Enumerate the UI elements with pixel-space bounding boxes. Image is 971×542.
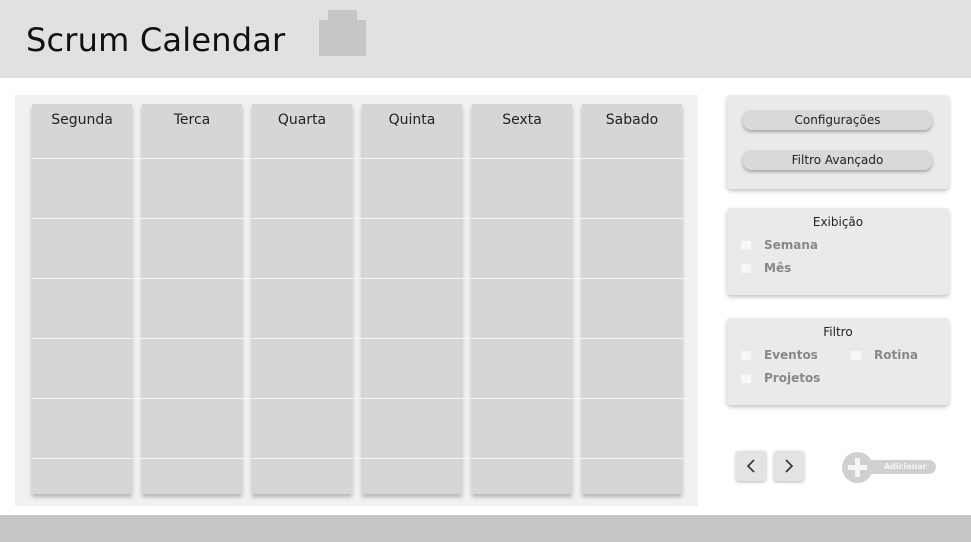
chevron-right-icon <box>785 459 794 473</box>
day-header: Segunda <box>51 112 113 128</box>
day-header: Quarta <box>277 112 327 128</box>
filter-title: Filtro <box>823 325 853 339</box>
row-divider <box>32 158 698 159</box>
checkbox[interactable] <box>741 374 751 383</box>
actions-panel: Configurações Filtro Avançado <box>727 95 949 189</box>
option-label: Semana <box>764 238 819 252</box>
day-header: Quinta <box>388 112 436 128</box>
next-button[interactable] <box>774 451 804 481</box>
app-header: Scrum Calendar <box>0 0 971 78</box>
row-divider <box>32 338 698 339</box>
day-column-segunda[interactable]: Segunda <box>32 104 132 494</box>
app-footer <box>0 515 971 542</box>
day-column-sabado[interactable]: Sabado <box>582 104 682 494</box>
day-column-sexta[interactable]: Sexta <box>472 104 572 494</box>
settings-button[interactable]: Configurações <box>743 110 932 130</box>
add-button[interactable]: Adicionar <box>842 452 937 483</box>
day-column-quarta[interactable]: Quarta <box>252 104 352 494</box>
logo-placeholder-icon <box>319 10 366 56</box>
day-column-quinta[interactable]: Quinta <box>362 104 462 494</box>
checkbox[interactable] <box>741 264 751 273</box>
day-column-terca[interactable]: Terca <box>142 104 242 494</box>
row-divider <box>32 398 698 399</box>
day-header: Terca <box>173 112 211 128</box>
display-title: Exibição <box>812 215 864 229</box>
row-divider <box>32 218 698 219</box>
previous-button[interactable] <box>736 451 766 481</box>
checkbox[interactable] <box>741 351 751 360</box>
option-label: Eventos <box>764 348 818 362</box>
option-label: Rotina <box>874 348 918 362</box>
plus-icon <box>842 452 873 483</box>
filter-panel: Filtro Eventos Rotina Projetos <box>727 318 949 405</box>
option-label: Mês <box>764 261 792 275</box>
day-header: Sexta <box>502 112 542 128</box>
advanced-filter-button[interactable]: Filtro Avançado <box>743 150 932 170</box>
calendar-grid: Segunda Terca Quarta Quinta Sexta Sabado <box>15 95 698 506</box>
add-button-label: Adicionar <box>884 462 927 471</box>
display-panel: Exibição Semana Mês <box>727 208 949 295</box>
chevron-left-icon <box>746 459 755 473</box>
row-divider <box>32 458 698 459</box>
checkbox[interactable] <box>851 351 861 360</box>
checkbox[interactable] <box>741 241 751 250</box>
row-divider <box>32 278 698 279</box>
app-title: Scrum Calendar <box>26 21 286 59</box>
day-header: Sabado <box>605 112 659 128</box>
option-label: Projetos <box>764 371 821 385</box>
